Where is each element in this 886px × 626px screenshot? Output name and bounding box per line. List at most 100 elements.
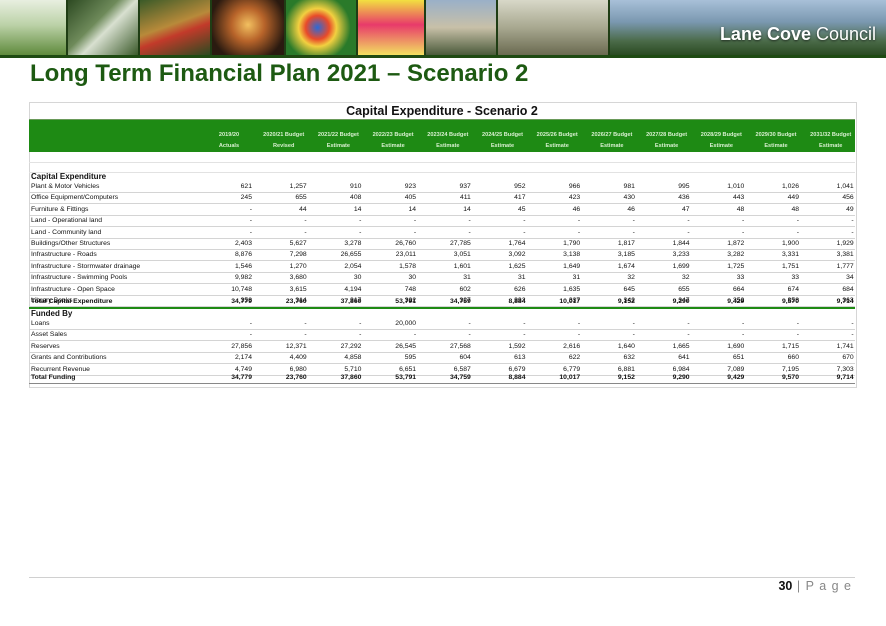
row-value: - [413, 217, 417, 225]
row-value: 1,900 [781, 240, 799, 247]
row-value: 3,381 [836, 251, 854, 259]
row-value: 1,041 [836, 183, 854, 190]
row-value: 1,699 [672, 262, 690, 270]
row-value: 1,872 [727, 240, 745, 247]
column-header-type: Estimate [764, 143, 788, 149]
row-label: Office Equipment/Computers [31, 194, 119, 202]
row-value: - [523, 331, 526, 339]
row-value: 1,844 [672, 240, 690, 247]
row-value: - [249, 320, 252, 327]
row-label: Furniture & Fittings [31, 205, 89, 213]
row-value: 952 [514, 183, 526, 190]
row-value: 20,000 [395, 320, 417, 327]
row-value: - [742, 320, 745, 327]
table-row: Asset Sales - - - - - - - - - - - - [29, 330, 855, 342]
row-value: - [413, 331, 417, 339]
row-value: 632 [623, 354, 635, 362]
footer-rule [29, 577, 855, 578]
row-label: Infrastructure - Roads [31, 251, 97, 259]
column-header-year: 2019/20 [218, 132, 240, 138]
row-value: - [468, 331, 471, 339]
row-value: 26,545 [395, 342, 417, 350]
row-value: 31 [463, 274, 471, 282]
row-value: - [796, 228, 799, 236]
row-value: 26,760 [395, 240, 417, 247]
table-row: Infrastructure - Swimming Pools 9,982 3,68… [29, 273, 855, 285]
row-value: 417 [514, 194, 526, 202]
row-value: 1,777 [836, 262, 854, 270]
row-value: 2,174 [234, 354, 252, 362]
row-value: 9,714 [836, 374, 854, 381]
column-header-year: 2031/32 Budget [810, 132, 852, 138]
row-value: 8,884 [508, 374, 526, 381]
row-value: 7,195 [781, 365, 799, 373]
row-value: 9,152 [617, 298, 635, 305]
row-value: 2,616 [563, 342, 581, 350]
row-label: Infrastructure - Open Space [31, 285, 115, 293]
row-value: 37,860 [340, 374, 362, 381]
row-label: Reserves [31, 342, 60, 350]
total-row-capex: Total Capital Expenditure 34,779 23,760 37,… [29, 297, 855, 309]
row-value: 32 [627, 274, 635, 282]
row-value: 456 [842, 194, 854, 202]
row-value: 6,984 [672, 365, 690, 373]
row-value: 674 [787, 285, 799, 293]
section-heading-funding: Funded By [31, 309, 73, 318]
row-value: 670 [842, 354, 854, 362]
row-value: - [796, 320, 799, 327]
row-value: - [359, 331, 362, 339]
row-value: 3,331 [781, 251, 799, 259]
row-value: 32 [682, 274, 690, 282]
row-value: 1,817 [617, 240, 635, 247]
row-value: 7,089 [727, 365, 745, 373]
row-value: 7,298 [289, 251, 307, 259]
row-value: - [249, 205, 252, 213]
row-value: 53,791 [395, 374, 417, 381]
row-value: 34,759 [450, 374, 471, 381]
row-value: 46 [627, 205, 635, 213]
row-value: 408 [350, 194, 362, 202]
row-value: 6,651 [399, 365, 417, 373]
row-label: Land - Operational land [31, 217, 103, 225]
row-value: 923 [404, 183, 417, 190]
column-header-type: Estimate [436, 143, 460, 149]
row-value: 5,710 [344, 365, 362, 373]
row-label: Buildings/Other Structures [31, 240, 111, 247]
row-value: - [742, 228, 745, 236]
row-value: 26,655 [340, 251, 362, 259]
row-value: 937 [459, 183, 471, 190]
spacer-row [29, 162, 855, 173]
row-value: - [687, 228, 690, 236]
banner-photo-cafe [498, 0, 608, 55]
row-value: 1,026 [781, 183, 799, 190]
row-label: Grants and Contributions [31, 354, 107, 362]
row-value: 9,429 [727, 298, 745, 305]
column-header-year: 2021/22 Budget [317, 132, 359, 138]
row-value: 45 [517, 205, 526, 213]
row-value: 9,290 [672, 298, 690, 305]
row-value: 1,741 [836, 342, 854, 350]
row-value: 622 [568, 354, 581, 362]
row-value: - [577, 217, 581, 225]
row-value: - [249, 228, 252, 236]
row-value: - [742, 331, 745, 339]
table-row: Infrastructure - Stormwater drainage 1,54… [29, 262, 855, 273]
row-value: 1,929 [836, 240, 854, 247]
row-value: 1,625 [508, 262, 526, 270]
row-value: - [632, 228, 635, 236]
row-value: 9,290 [672, 374, 690, 381]
table-row: Office Equipment/Computers 245 655 408 405 41… [29, 193, 855, 205]
row-value: 1,010 [727, 183, 745, 190]
table-row: Reserves 27,856 12,371 27,292 26,545 27,568 1,… [29, 342, 855, 353]
row-value: - [468, 217, 471, 225]
row-value: 8,876 [234, 251, 252, 259]
row-value: - [304, 320, 307, 327]
row-label: Land - Community land [31, 228, 102, 236]
row-value: - [577, 320, 581, 327]
row-value: 14 [408, 205, 417, 213]
row-value: 2,054 [344, 262, 362, 270]
row-label: Total Funding [31, 374, 76, 381]
row-value: - [577, 228, 581, 236]
row-value: 9,570 [781, 374, 799, 381]
row-value: 1,592 [508, 342, 526, 350]
